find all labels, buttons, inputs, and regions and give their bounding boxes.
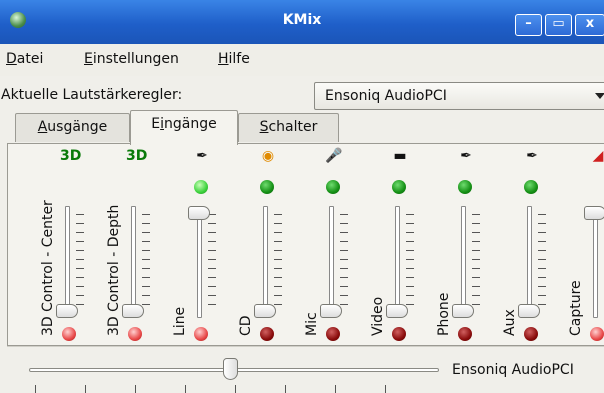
channel-strip: ✒ Line xyxy=(168,144,234,347)
menu-help[interactable]: Hilfe xyxy=(218,51,250,67)
volume-slider-track[interactable] xyxy=(197,206,202,318)
menu-bar: Datei Einstellungen Hilfe xyxy=(0,44,604,76)
mute-led[interactable] xyxy=(590,327,604,341)
channel-label: Mic xyxy=(304,312,320,336)
volume-slider-handle[interactable] xyxy=(56,304,78,318)
volume-slider-ticks xyxy=(538,214,546,312)
volume-slider-handle[interactable] xyxy=(254,304,276,318)
mute-led[interactable] xyxy=(524,327,538,341)
channel-label: Capture xyxy=(568,280,584,336)
volume-slider-ticks xyxy=(142,214,150,312)
channel-strip: ✒ Phone xyxy=(432,144,498,347)
title-bar[interactable]: KMix – ▭ x xyxy=(0,0,604,44)
minimize-button[interactable]: – xyxy=(515,14,542,36)
volume-slider-handle[interactable] xyxy=(122,304,144,318)
mute-led[interactable] xyxy=(458,327,472,341)
capture-led[interactable] xyxy=(260,180,274,194)
volume-slider-ticks xyxy=(472,214,480,312)
tab-bar: Ausgänge Eingänge Schalter xyxy=(0,110,604,145)
mixer-channels-panel: 3D 3D Control - Center 3D 3D Control - Dept… xyxy=(7,143,604,346)
balance-bar: Ensoniq AudioPCI xyxy=(7,346,604,393)
mixer-selector-row: Aktuelle Lautstärkeregler: Ensoniq Audio… xyxy=(0,76,604,110)
volume-slider-ticks xyxy=(340,214,348,312)
capture-led[interactable] xyxy=(458,180,472,194)
volume-slider-track[interactable] xyxy=(131,206,136,318)
channel-strip: ◢ Capture xyxy=(564,144,604,347)
tab-inputs[interactable]: Eingänge xyxy=(130,110,238,145)
channel-strip: ✒ Aux xyxy=(498,144,564,347)
3d-icon: 3D xyxy=(126,148,148,164)
volume-slider-handle[interactable] xyxy=(518,304,540,318)
volume-slider-track[interactable] xyxy=(461,206,466,318)
volume-slider-track[interactable] xyxy=(329,206,334,318)
balance-device-label: Ensoniq AudioPCI xyxy=(452,362,574,378)
mute-led[interactable] xyxy=(62,327,76,341)
mute-led[interactable] xyxy=(194,327,208,341)
channel-label: 3D Control - Depth xyxy=(106,204,122,336)
video-icon: ▬ xyxy=(393,148,407,164)
channel-strip: 3D 3D Control - Center xyxy=(36,144,102,347)
menu-file[interactable]: Datei xyxy=(6,51,43,67)
balance-slider-handle[interactable] xyxy=(223,358,238,380)
channel-strip: ◉ CD xyxy=(234,144,300,347)
line-jack-icon: ✒ xyxy=(196,148,208,164)
volume-slider-handle[interactable] xyxy=(188,206,210,220)
volume-slider-handle[interactable] xyxy=(452,304,474,318)
capture-led[interactable] xyxy=(326,180,340,194)
menu-settings[interactable]: Einstellungen xyxy=(84,51,179,67)
mixer-select[interactable]: Ensoniq AudioPCI xyxy=(314,82,604,110)
3d-icon: 3D xyxy=(60,148,82,164)
capture-led[interactable] xyxy=(194,180,208,194)
capture-led[interactable] xyxy=(392,180,406,194)
tab-outputs-label: Ausgänge xyxy=(37,119,108,135)
volume-slider-ticks xyxy=(76,214,84,312)
volume-slider-track[interactable] xyxy=(593,206,598,318)
channel-label: Line xyxy=(172,306,188,336)
microphone-icon: 🎤 xyxy=(325,148,343,164)
volume-slider-ticks xyxy=(274,214,282,312)
close-icon: x xyxy=(585,16,595,31)
channel-label: Phone xyxy=(436,292,452,336)
aux-jack-icon: ✒ xyxy=(526,148,538,164)
window-title: KMix xyxy=(282,12,322,28)
volume-slider-handle[interactable] xyxy=(584,206,604,220)
channel-label: Video xyxy=(370,296,386,336)
mute-led[interactable] xyxy=(326,327,340,341)
close-button[interactable]: x xyxy=(575,14,604,36)
volume-slider-ticks xyxy=(406,214,414,312)
volume-slider-track[interactable] xyxy=(395,206,400,318)
volume-slider-handle[interactable] xyxy=(386,304,408,318)
mixer-select-value: Ensoniq AudioPCI xyxy=(325,88,447,104)
channel-label: Aux xyxy=(502,309,518,336)
phone-jack-icon: ✒ xyxy=(460,148,472,164)
channel-label: 3D Control - Center xyxy=(40,200,56,336)
tab-switches[interactable]: Schalter xyxy=(238,113,339,142)
maximize-button[interactable]: ▭ xyxy=(545,14,572,36)
capture-led[interactable] xyxy=(524,180,538,194)
minimize-icon: – xyxy=(525,16,532,31)
cd-icon: ◉ xyxy=(261,148,275,164)
mixer-selector-label: Aktuelle Lautstärkeregler: xyxy=(1,87,183,103)
channel-strip: 🎤 Mic xyxy=(300,144,366,347)
tab-inputs-label: Eingänge xyxy=(151,116,217,132)
volume-slider-track[interactable] xyxy=(527,206,532,318)
mute-led[interactable] xyxy=(128,327,142,341)
volume-slider-handle[interactable] xyxy=(320,304,342,318)
volume-slider-track[interactable] xyxy=(65,206,70,318)
capture-icon: ◢ xyxy=(592,148,604,164)
channel-strip: 3D 3D Control - Depth xyxy=(102,144,168,347)
tab-outputs[interactable]: Ausgänge xyxy=(15,113,130,142)
channel-strip: ▬ Video xyxy=(366,144,432,347)
mute-led[interactable] xyxy=(392,327,406,341)
tab-switches-label: Schalter xyxy=(259,119,318,135)
volume-slider-track[interactable] xyxy=(263,206,268,318)
maximize-icon: ▭ xyxy=(552,16,565,31)
channel-label: CD xyxy=(238,315,254,336)
volume-slider-ticks xyxy=(208,214,216,312)
mute-led[interactable] xyxy=(260,327,274,341)
chevron-down-icon xyxy=(595,93,604,99)
